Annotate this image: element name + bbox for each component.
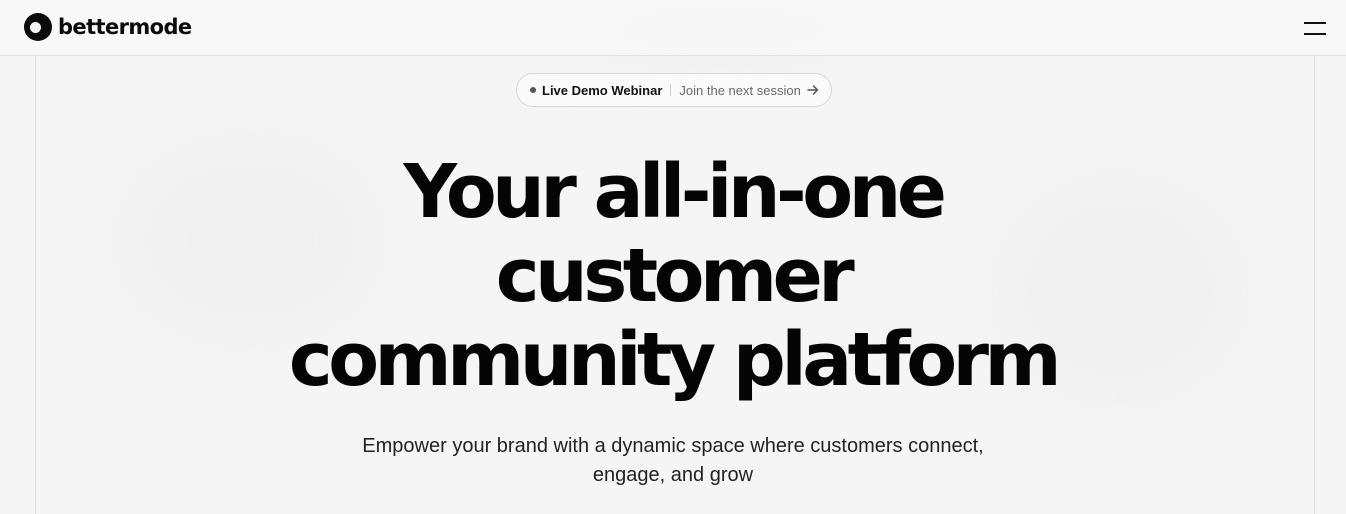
hero-headline: Your all-in-one customer community platf… <box>0 150 1346 402</box>
join-session-link[interactable]: Join the next session <box>679 83 800 98</box>
divider <box>670 84 672 96</box>
menu-line <box>1304 32 1326 35</box>
arrow-right-icon <box>807 85 819 95</box>
headline-line-2: customer <box>495 233 855 319</box>
bettermode-logo-icon <box>24 13 52 41</box>
live-indicator-dot <box>530 87 536 93</box>
brand-logo-link[interactable]: bettermode <box>24 12 192 42</box>
webinar-label: Live Demo Webinar <box>542 82 663 98</box>
live-demo-webinar-banner[interactable]: Live Demo Webinar Join the next session <box>516 73 832 107</box>
hero-subheadline: Empower your brand with a dynamic space … <box>0 432 1346 490</box>
site-header: bettermode <box>0 0 1346 56</box>
menu-line <box>1304 21 1326 24</box>
subheadline-line-2: engage, and grow <box>592 464 754 486</box>
hamburger-menu-icon[interactable] <box>1302 15 1328 41</box>
headline-line-3: community platform <box>288 317 1062 403</box>
subheadline-line-1: Empower your brand with a dynamic space … <box>362 435 984 457</box>
brand-name: bettermode <box>58 15 192 39</box>
headline-line-1: Your all-in-one <box>403 149 947 235</box>
page: bettermode Live Demo Webinar Join the ne… <box>0 0 1346 514</box>
